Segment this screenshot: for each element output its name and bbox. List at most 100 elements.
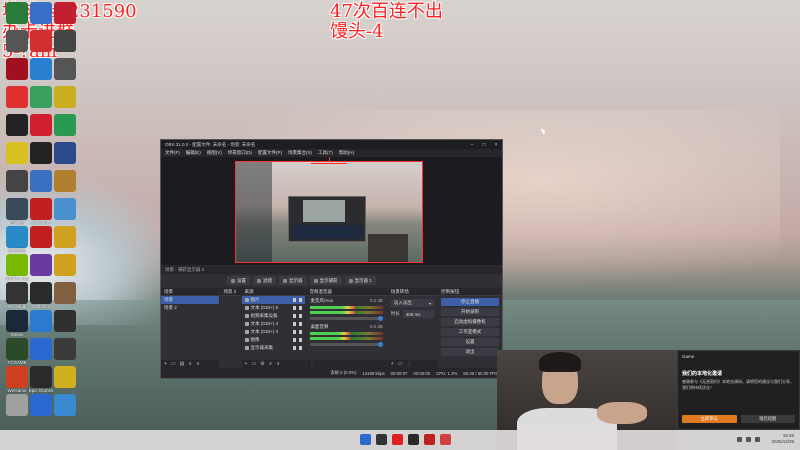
preview-canvas[interactable] [235, 161, 423, 263]
desktop-app-icon[interactable] [30, 394, 52, 416]
desktop-app-icon[interactable] [54, 58, 76, 80]
properties-button[interactable]: 滤镜 [253, 276, 276, 285]
source-item[interactable]: 显示器采集 [242, 344, 306, 352]
desktop-app-icon[interactable] [54, 394, 76, 416]
transition-select[interactable]: 淡入淡出 ▾ [390, 299, 435, 307]
participate-button[interactable]: 立即参与 [682, 415, 737, 423]
desktop-app-icon[interactable] [30, 2, 52, 24]
trash-icon[interactable]: ▭ [171, 361, 176, 367]
desktop-app-icon[interactable] [6, 114, 28, 136]
source-item[interactable]: 视频采集设备 [242, 312, 306, 320]
scene-item[interactable]: 场景 2 [161, 304, 219, 312]
desktop-app-icon[interactable] [6, 394, 28, 416]
move-down-icon[interactable]: ∨ [196, 361, 200, 367]
desktop-app-icon[interactable] [30, 58, 52, 80]
wifi-icon[interactable] [737, 437, 742, 442]
properties-button[interactable]: 设置 [227, 276, 250, 285]
desktop-app-icon[interactable] [30, 282, 52, 304]
eye-icon[interactable] [293, 298, 297, 302]
minimize-icon[interactable]: – [466, 142, 478, 148]
trash-icon[interactable]: ▭ [398, 361, 403, 367]
add-icon[interactable]: + [391, 361, 394, 367]
lock-icon[interactable] [299, 322, 303, 326]
desktop-app-icon[interactable] [54, 2, 76, 24]
desktop-app-icon[interactable] [54, 366, 76, 388]
desktop-app-icon[interactable] [54, 198, 76, 220]
eye-icon[interactable] [293, 314, 297, 318]
obs-window[interactable]: OBS 31.0.0 - 配置文件: 未命名 - 场景: 未命名 – □ × 文… [160, 139, 503, 379]
move-down-icon[interactable]: ∨ [276, 361, 280, 367]
volume-slider[interactable] [310, 342, 383, 347]
menu-item[interactable]: 视图(V) [207, 150, 222, 156]
virtual-camera-button[interactable]: 启动虚拟摄像机 [441, 318, 499, 326]
eye-icon[interactable] [293, 338, 297, 342]
configure-icon[interactable]: ▤ [180, 361, 185, 367]
battery-icon[interactable] [755, 437, 760, 442]
desktop-app-icon[interactable] [54, 142, 76, 164]
desktop-app-icon[interactable] [6, 366, 28, 388]
lock-icon[interactable] [299, 346, 303, 350]
volume-slider[interactable] [310, 316, 383, 321]
desktop-app-icon[interactable] [30, 142, 52, 164]
taskbar-app-icon[interactable] [424, 434, 435, 445]
eye-icon[interactable] [293, 346, 297, 350]
desktop-app-icon[interactable] [54, 114, 76, 136]
desktop-app-icon[interactable] [6, 30, 28, 52]
desktop-app-icon[interactable] [30, 114, 52, 136]
menu-item[interactable]: 场景集合(S) [288, 150, 312, 156]
desktop-app-icon[interactable] [54, 170, 76, 192]
settings-button[interactable]: 设置 [441, 338, 499, 346]
duration-input[interactable]: 300 ms [402, 310, 435, 318]
desktop-app-icon[interactable] [54, 86, 76, 108]
desktop-app-icon[interactable] [30, 226, 52, 248]
desktop-app-icon[interactable] [30, 366, 52, 388]
lock-icon[interactable] [299, 330, 303, 334]
lock-icon[interactable] [299, 338, 303, 342]
desktop-app-icon[interactable] [6, 142, 28, 164]
desktop-app-icon[interactable] [54, 282, 76, 304]
stop-streaming-button[interactable]: 停止直播 [441, 298, 499, 306]
eye-icon[interactable] [293, 306, 297, 310]
add-icon[interactable]: + [245, 361, 248, 367]
maximize-icon[interactable]: □ [478, 142, 490, 148]
eye-icon[interactable] [293, 330, 297, 334]
move-up-icon[interactable]: ∧ [269, 361, 273, 367]
close-icon[interactable]: × [490, 142, 502, 148]
desktop-app-icon[interactable] [54, 30, 76, 52]
studio-mode-button[interactable]: 工作室模式 [441, 328, 499, 336]
desktop-app-icon[interactable] [30, 30, 52, 52]
lock-icon[interactable] [299, 298, 303, 302]
taskbar-clock[interactable]: 18:46 2025/12/29 [771, 433, 794, 445]
desktop-app-icon[interactable] [6, 86, 28, 108]
desktop-app-icon[interactable] [30, 254, 52, 276]
desktop-app-icon[interactable] [6, 58, 28, 80]
desktop-app-icon[interactable] [54, 310, 76, 332]
desktop-app-icon[interactable] [30, 198, 52, 220]
source-item[interactable]: 图片 [241, 296, 306, 304]
desktop-app-icon[interactable] [54, 338, 76, 360]
taskbar-app-icon[interactable] [408, 434, 419, 445]
source-item[interactable]: 文本 (GDI+) 3 [242, 328, 306, 336]
gear-icon[interactable]: ⚙ [260, 361, 264, 367]
desktop-app-icon[interactable] [6, 170, 28, 192]
volume-slider-knob[interactable] [377, 342, 383, 347]
desktop-app-icon[interactable] [6, 226, 28, 248]
desktop-app-icon[interactable] [30, 86, 52, 108]
volume-icon[interactable] [746, 437, 751, 442]
desktop-app-icon[interactable] [30, 310, 52, 332]
toast-notification[interactable]: Game 我们的本地化邀请 感谢参与《无畏契约》本地化调研，请将您的建议与我们分… [677, 350, 800, 430]
move-up-icon[interactable]: ∧ [188, 361, 192, 367]
desktop-app-icon[interactable] [6, 2, 28, 24]
menu-item[interactable]: 帮助(H) [339, 150, 354, 156]
desktop-app-icon[interactable] [54, 226, 76, 248]
desktop-app-icon[interactable] [6, 338, 28, 360]
options-icon[interactable]: ⋮ [406, 361, 411, 367]
source-item[interactable]: 图像 [242, 336, 306, 344]
exit-button[interactable]: 退出 [441, 348, 499, 356]
trash-icon[interactable]: ▭ [251, 361, 256, 367]
source-item[interactable]: 文本 (GDI+) 5 [242, 304, 306, 312]
volume-slider-knob[interactable] [377, 316, 383, 321]
menu-item[interactable]: 工具(T) [318, 150, 333, 156]
desktop-app-icon[interactable] [54, 254, 76, 276]
desktop-app-icon[interactable] [6, 282, 28, 304]
